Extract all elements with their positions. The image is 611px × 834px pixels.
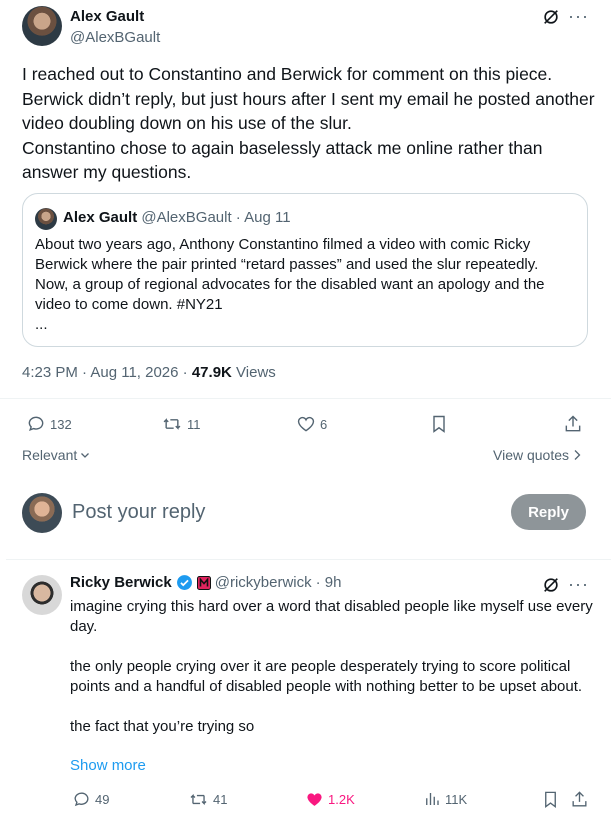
heart-filled-icon [305, 790, 324, 809]
more-icon[interactable]: ··· [568, 574, 589, 595]
reply-count: 49 [95, 792, 110, 807]
sort-label: Relevant [22, 447, 78, 463]
quoted-tweet-header: Alex Gault @AlexBGault · Aug 11 [63, 209, 291, 226]
reply-author-handle[interactable]: @rickyberwick [215, 574, 312, 591]
reply-author-avatar[interactable] [22, 575, 62, 615]
divider [0, 398, 611, 399]
quoted-tweet-text: About two years ago, Anthony Constantino… [35, 236, 545, 333]
retweet-count: 41 [213, 792, 228, 807]
bookmark-icon [541, 790, 560, 809]
affiliate-badge-icon[interactable] [196, 575, 211, 590]
bookmark-icon [429, 414, 449, 434]
share-icon [570, 790, 589, 809]
quoted-author-handle: @AlexBGault [141, 209, 232, 226]
reply-input[interactable]: Post your reply [72, 501, 205, 524]
author-handle[interactable]: @AlexBGault [70, 29, 160, 46]
reply-header: Ricky Berwick @rickyberwick · 9h [70, 574, 342, 591]
verified-badge-icon[interactable] [176, 574, 193, 591]
share-action[interactable] [570, 790, 589, 809]
reply-icon [72, 790, 91, 809]
retweet-count: 11 [187, 416, 201, 432]
reply-action[interactable]: 132 [26, 414, 72, 434]
grok-icon[interactable] [542, 576, 560, 594]
reply-icon [26, 414, 46, 434]
like-count: 6 [320, 416, 328, 432]
views-action[interactable]: 11K [423, 790, 467, 808]
quoted-author-avatar [35, 208, 57, 230]
quoted-tweet-date: · Aug 11 [235, 209, 291, 226]
author-name[interactable]: Alex Gault [70, 8, 144, 25]
like-action[interactable]: 6 [296, 414, 327, 434]
author-avatar[interactable] [22, 6, 62, 46]
sort-relevant-dropdown[interactable]: Relevant [22, 447, 90, 463]
share-icon [563, 414, 583, 434]
quoted-author-name: Alex Gault [63, 209, 138, 226]
tweet-meta: 4:23 PM · Aug 11, 2026 · 47.9K Views [22, 364, 276, 381]
like-count: 1.2K [328, 792, 355, 807]
reply-text: imagine crying this hard over a word tha… [70, 598, 593, 735]
current-user-avatar[interactable] [22, 493, 62, 533]
show-more-link[interactable]: Show more [70, 757, 146, 774]
tweet-text: I reached out to Constantino and Berwick… [22, 64, 595, 182]
retweet-icon [188, 790, 209, 809]
divider [6, 559, 611, 560]
reply-count: 132 [50, 416, 72, 432]
like-action[interactable]: 1.2K [305, 790, 355, 809]
retweet-action[interactable]: 11 [161, 414, 201, 434]
retweet-action[interactable]: 41 [188, 790, 227, 809]
reply-button[interactable]: Reply [511, 494, 586, 530]
bookmark-action[interactable] [541, 790, 560, 809]
analytics-icon [423, 790, 441, 808]
share-action[interactable] [563, 414, 583, 434]
quoted-tweet-card[interactable]: Alex Gault @AlexBGault · Aug 11 About tw… [22, 193, 588, 347]
views-label: Views [236, 364, 276, 381]
reply-action[interactable]: 49 [72, 790, 109, 809]
more-icon[interactable]: ··· [568, 6, 589, 27]
view-quotes-link[interactable]: View quotes [493, 447, 581, 463]
reply-author-name[interactable]: Ricky Berwick [70, 574, 172, 591]
grok-icon[interactable] [542, 8, 560, 26]
chevron-right-icon [573, 449, 581, 461]
tweet-timestamp[interactable]: 4:23 PM · Aug 11, 2026 · [22, 364, 188, 381]
bookmark-action[interactable] [429, 414, 449, 434]
views-count: 11K [445, 791, 468, 807]
views-count: 47.9K [191, 364, 232, 381]
chevron-down-icon [80, 450, 90, 460]
retweet-icon [161, 414, 183, 434]
heart-icon [296, 414, 316, 434]
view-quotes-label: View quotes [493, 447, 570, 463]
reply-time[interactable]: · 9h [316, 574, 342, 591]
